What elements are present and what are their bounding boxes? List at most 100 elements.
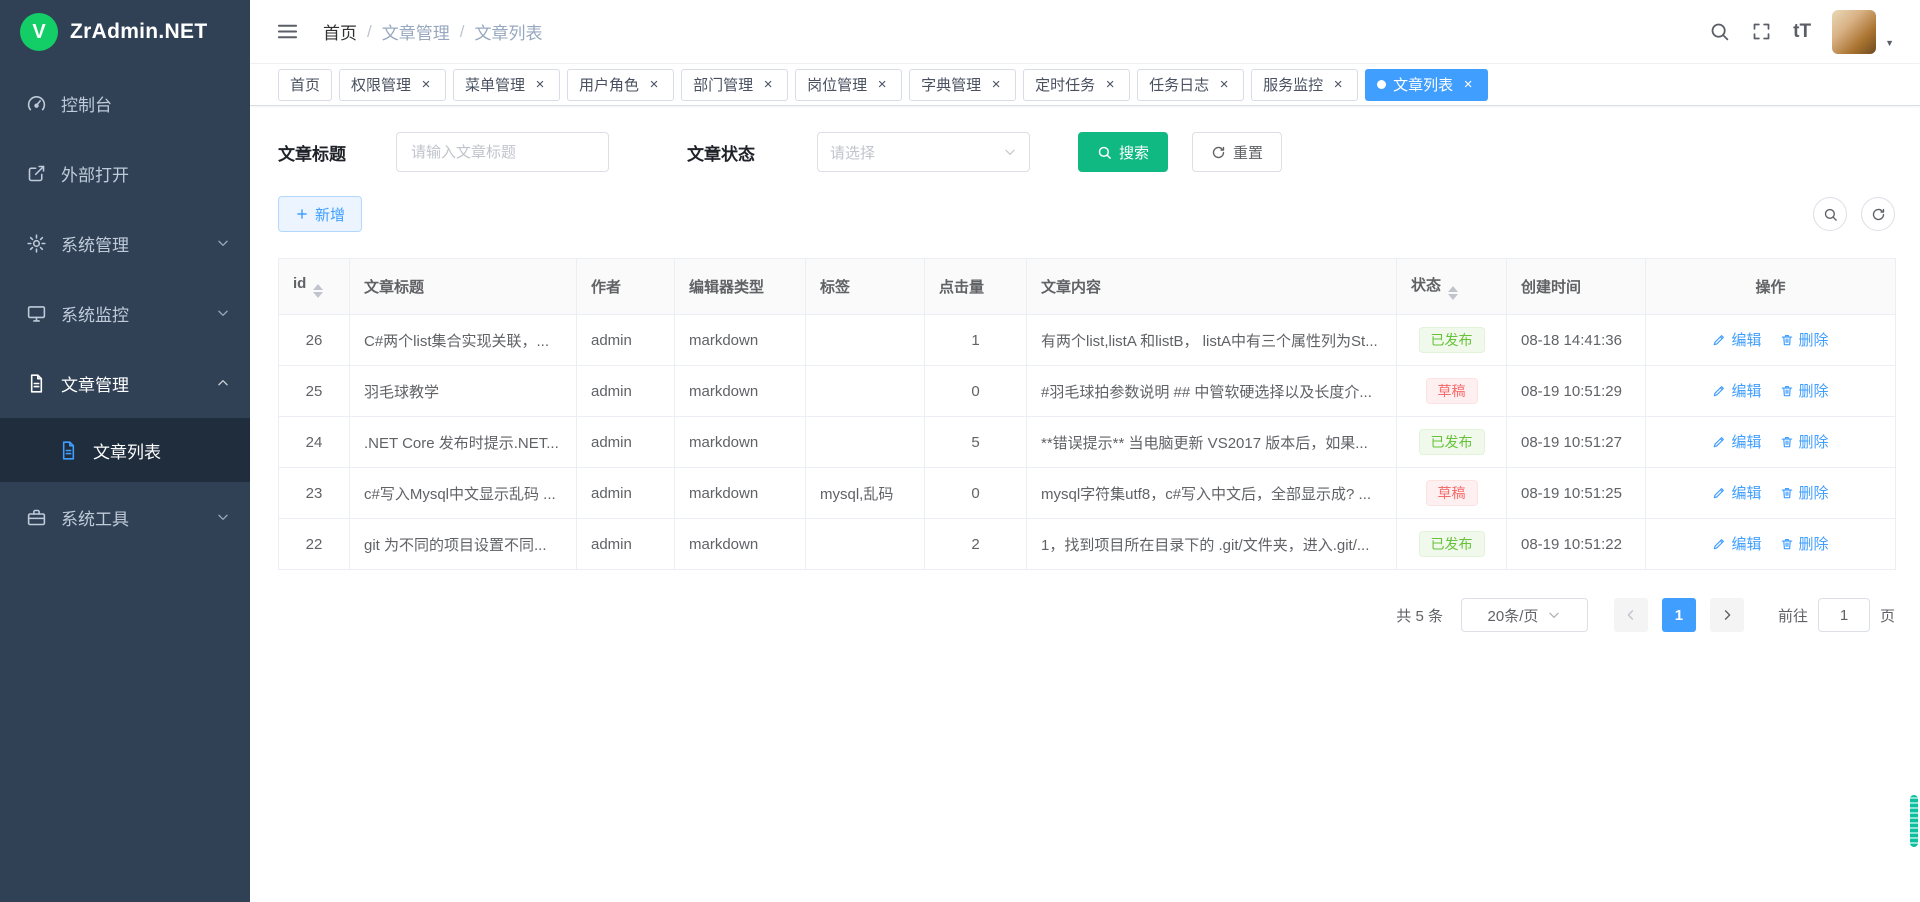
cell-title: C#两个list集合实现关联，... (350, 315, 577, 366)
tab[interactable]: 定时任务× (1023, 69, 1130, 101)
sort-caret-icon[interactable] (1448, 286, 1458, 300)
sidebar-item-label: 外部打开 (61, 161, 230, 186)
tab-close-icon[interactable]: × (1460, 77, 1476, 93)
cell-created: 08-19 10:51:27 (1507, 417, 1646, 468)
scrollbar-thumb[interactable] (1910, 795, 1918, 847)
reset-button[interactable]: 重置 (1192, 132, 1282, 172)
prev-page-button[interactable] (1614, 598, 1648, 632)
delete-link[interactable]: 删除 (1780, 329, 1829, 350)
article-status-select[interactable]: 请选择 (817, 132, 1030, 172)
edit-link[interactable]: 编辑 (1712, 482, 1761, 503)
table-row: 26C#两个list集合实现关联，...adminmarkdown1有两个lis… (279, 315, 1896, 366)
tab[interactable]: 服务监控× (1251, 69, 1358, 101)
tab-close-icon[interactable]: × (988, 77, 1004, 93)
topbar-actions: tT ▼ (1709, 10, 1894, 54)
cell-created: 08-18 14:41:36 (1507, 315, 1646, 366)
chevron-up-icon (216, 376, 230, 390)
sidebar-item-system-tools[interactable]: 系统工具 (0, 482, 250, 552)
column-header-6: 点击量 (925, 259, 1027, 315)
column-header-label: 标签 (820, 279, 850, 296)
avatar[interactable] (1832, 10, 1876, 54)
delete-link[interactable]: 删除 (1780, 533, 1829, 554)
toggle-search-button[interactable] (1813, 197, 1847, 231)
tab-close-icon[interactable]: × (1102, 77, 1118, 93)
tab[interactable]: 首页 (278, 69, 332, 101)
delete-link[interactable]: 删除 (1780, 482, 1829, 503)
refresh-table-button[interactable] (1861, 197, 1895, 231)
fullscreen-icon[interactable] (1751, 21, 1772, 42)
edit-link[interactable]: 编辑 (1712, 533, 1761, 554)
filter-title-label: 文章标题 (278, 140, 346, 165)
delete-link[interactable]: 删除 (1780, 380, 1829, 401)
edit-link[interactable]: 编辑 (1712, 380, 1761, 401)
tab-close-icon[interactable]: × (1330, 77, 1346, 93)
tab[interactable]: 文章列表 × (1365, 69, 1488, 101)
tab-close-icon[interactable]: × (760, 77, 776, 93)
tab[interactable]: 字典管理× (909, 69, 1016, 101)
table-row: 24.NET Core 发布时提示.NET...adminmarkdown5**… (279, 417, 1896, 468)
edit-icon (1712, 435, 1726, 449)
column-header-8[interactable]: 状态 (1397, 259, 1507, 315)
cell-status: 草稿 (1397, 366, 1507, 417)
filter-form: 文章标题 文章状态 请选择 搜索 (278, 132, 1920, 172)
tab-close-icon[interactable]: × (532, 77, 548, 93)
tab-close-icon[interactable]: × (646, 77, 662, 93)
sidebar-item-article-admin[interactable]: 文章管理 (0, 348, 250, 418)
sidebar-item-dashboard[interactable]: 控制台 (0, 68, 250, 138)
tab[interactable]: 权限管理× (339, 69, 446, 101)
add-button[interactable]: 新增 (278, 196, 362, 232)
tab-label: 用户角色 (579, 74, 639, 95)
tab-label: 文章列表 (1393, 74, 1453, 95)
cell-id: 24 (279, 417, 350, 468)
header-search-icon[interactable] (1709, 21, 1730, 42)
tab-close-icon[interactable]: × (1216, 77, 1232, 93)
cell-status: 已发布 (1397, 417, 1507, 468)
sort-asc-icon (313, 284, 323, 290)
cell-actions: 编辑删除 (1646, 417, 1896, 468)
tab[interactable]: 岗位管理× (795, 69, 902, 101)
sidebar-collapse-icon[interactable] (276, 20, 299, 43)
sidebar-item-label: 文章管理 (61, 371, 216, 396)
delete-icon (1780, 333, 1794, 347)
avatar-caret-icon[interactable]: ▼ (1885, 38, 1894, 54)
tab[interactable]: 部门管理× (681, 69, 788, 101)
page-size-select[interactable]: 20条/页 (1461, 598, 1588, 632)
font-size-icon[interactable]: tT (1793, 22, 1811, 41)
goto-page-input[interactable] (1818, 598, 1870, 632)
breadcrumb-item[interactable]: 首页 (323, 19, 357, 44)
edit-link[interactable]: 编辑 (1712, 329, 1761, 350)
sidebar-item-article-list[interactable]: 文章列表 (0, 418, 250, 482)
cell-id: 22 (279, 519, 350, 570)
next-page-button[interactable] (1710, 598, 1744, 632)
sidebar-item-label: 系统管理 (61, 231, 216, 256)
tab[interactable]: 菜单管理× (453, 69, 560, 101)
page-size-value: 20条/页 (1488, 605, 1539, 626)
cell-title: c#写入Mysql中文显示乱码 ... (350, 468, 577, 519)
tab-close-icon[interactable]: × (418, 77, 434, 93)
search-button[interactable]: 搜索 (1078, 132, 1168, 172)
chevron-down-icon (216, 236, 230, 250)
delete-link-label: 删除 (1799, 482, 1829, 503)
cell-author: admin (577, 468, 675, 519)
chevron-right-icon (1720, 608, 1734, 622)
sidebar-item-external-open[interactable]: 外部打开 (0, 138, 250, 208)
sidebar-item-system-monitor[interactable]: 系统监控 (0, 278, 250, 348)
cell-tags (806, 315, 925, 366)
edit-link[interactable]: 编辑 (1712, 431, 1761, 452)
column-header-1[interactable]: id (279, 259, 350, 315)
cell-editor: markdown (675, 315, 806, 366)
sort-desc-icon (313, 292, 323, 298)
cell-editor: markdown (675, 417, 806, 468)
article-title-input[interactable] (396, 132, 609, 172)
column-header-label: 作者 (591, 279, 621, 296)
delete-link[interactable]: 删除 (1780, 431, 1829, 452)
sidebar-item-system-admin[interactable]: 系统管理 (0, 208, 250, 278)
sort-caret-icon[interactable] (313, 284, 323, 298)
toolbar-right (1813, 197, 1895, 231)
tab-close-icon[interactable]: × (874, 77, 890, 93)
tab[interactable]: 用户角色 × (567, 69, 674, 101)
document-icon (26, 373, 47, 394)
page-content: 文章标题 文章状态 请选择 搜索 (250, 106, 1920, 632)
tab[interactable]: 任务日志× (1137, 69, 1244, 101)
page-number-button[interactable]: 1 (1662, 598, 1696, 632)
